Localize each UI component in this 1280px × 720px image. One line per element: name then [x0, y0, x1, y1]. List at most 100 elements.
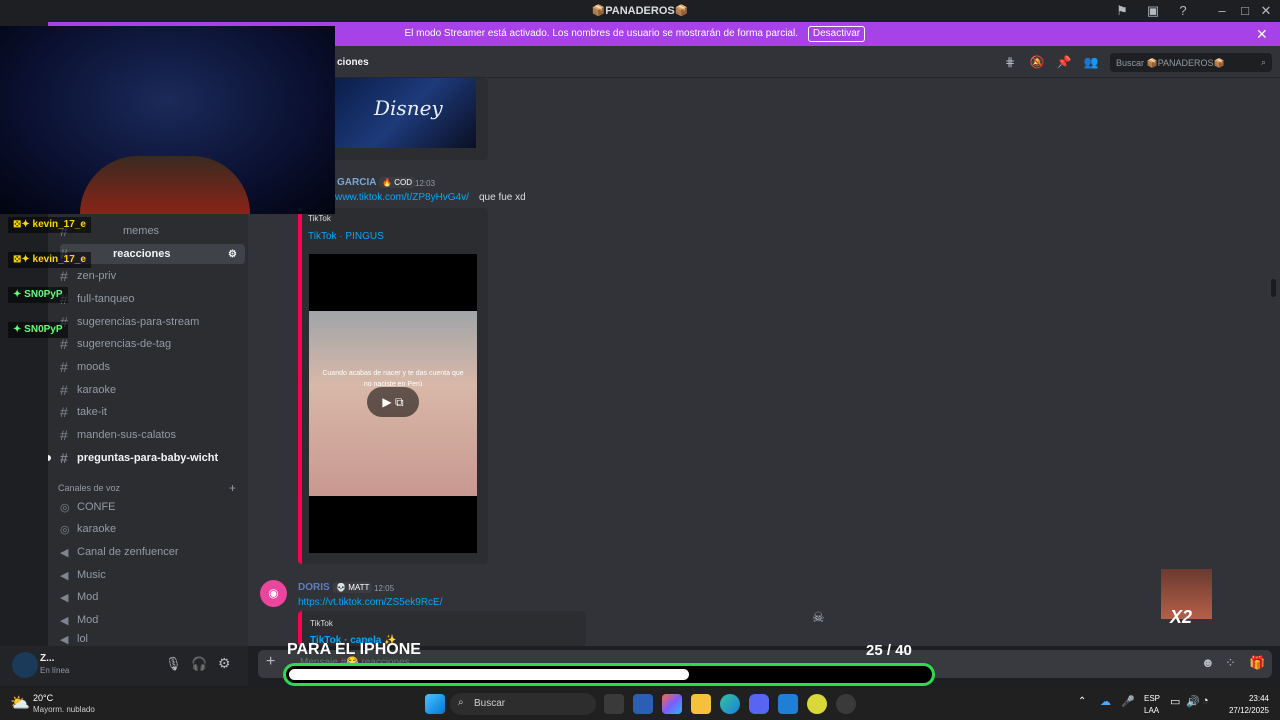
members-icon[interactable]: 👥: [1083, 55, 1099, 71]
mic-tray-icon[interactable]: 🎤: [1121, 695, 1135, 708]
weather-temp[interactable]: 20°C: [33, 693, 53, 703]
hash-icon: #: [60, 382, 68, 398]
search-input[interactable]: Buscar 📦PANADEROS📦 ⌕: [1110, 53, 1272, 72]
voice-channel-karaoke[interactable]: ◎ karaoke: [60, 519, 116, 539]
onedrive-icon[interactable]: ☁: [1100, 695, 1111, 708]
voice-overlay-user: ⊠✦ kevin_17_e: [8, 252, 91, 268]
maximize-icon[interactable]: □: [1237, 3, 1253, 19]
play-button[interactable]: ▶ ⧉: [367, 387, 419, 417]
battery-icon[interactable]: ◔: [1202, 695, 1209, 707]
banner-close-icon[interactable]: ✕: [1256, 26, 1268, 43]
network-icon[interactable]: ▭: [1170, 695, 1180, 708]
hash-icon: #: [60, 404, 68, 420]
help-icon[interactable]: ?: [1175, 3, 1191, 19]
embed-title[interactable]: TikTok · PINGUS: [308, 231, 384, 242]
stage-icon: ◎: [60, 523, 70, 536]
title-bar: 📦PANADEROS📦 ⚑ ▣ ? – □ ✕: [0, 0, 1280, 22]
speaker-icon: ◀: [60, 633, 69, 646]
video-player[interactable]: Cuando acabas de nacer y te das cuenta q…: [309, 254, 477, 553]
clock-time[interactable]: 23:44: [1233, 694, 1269, 703]
weather-description[interactable]: Mayorm. nublado: [33, 705, 95, 714]
sticker-icon[interactable]: ☻: [1201, 655, 1215, 670]
chevron-up-icon[interactable]: ⌃: [1078, 696, 1086, 707]
inbox-icon[interactable]: ▣: [1145, 3, 1161, 19]
speaker-icon: ◀: [60, 591, 69, 604]
flag-icon[interactable]: ⚑: [1114, 3, 1130, 19]
microphone-icon[interactable]: 🎙: [165, 656, 182, 672]
threads-icon[interactable]: ⋕: [1002, 55, 1018, 71]
snipping-icon[interactable]: [778, 694, 798, 714]
voice-channel-lol[interactable]: ◀ lol: [60, 632, 88, 646]
voice-overlay-user: ⊠✦ kevin_17_e: [8, 217, 91, 233]
voice-category-label[interactable]: Canales de voz: [58, 483, 120, 493]
chat-scrollbar[interactable]: [1271, 279, 1276, 297]
message-timestamp: 12:03: [415, 179, 436, 188]
clock-date[interactable]: 27/12/2025: [1218, 706, 1269, 715]
channel-item-sugerencias-para-stream[interactable]: #sugerencias-para-stream: [60, 312, 199, 332]
hash-icon: #: [60, 336, 68, 352]
copilot-icon[interactable]: [662, 694, 682, 714]
notifications-icon[interactable]: 🔕: [1029, 55, 1045, 71]
disney-logo: Disney: [374, 96, 443, 120]
message-link[interactable]: https://vt.tiktok.com/ZS5ek9RcE/: [298, 597, 443, 608]
disney-thumbnail[interactable]: Disney: [334, 78, 476, 148]
voice-channel-mod[interactable]: ◀ Mod: [60, 587, 98, 607]
taskbar-search[interactable]: ⌕ Buscar: [450, 693, 596, 715]
close-window-icon[interactable]: ✕: [1258, 3, 1274, 19]
hash-icon: #: [60, 268, 68, 284]
add-channel-icon[interactable]: +: [229, 481, 236, 495]
voice-overlay-user: ✦ SN0PyP: [8, 287, 68, 303]
file-explorer-icon[interactable]: [691, 694, 711, 714]
settings-icon[interactable]: ⚙: [228, 249, 237, 260]
store-icon[interactable]: [633, 694, 653, 714]
voice-channel-mod-2[interactable]: ◀ Mod: [60, 610, 98, 630]
windows-start-icon[interactable]: [425, 694, 445, 714]
channel-item-full-tanqueo[interactable]: #full-tanqueo: [60, 289, 135, 309]
channel-item-manden-sus-calatos[interactable]: # manden-sus-calatos: [60, 425, 176, 445]
discord-taskbar-icon[interactable]: [749, 694, 769, 714]
tiktok-embed: TikTok TikTok · PINGUS Cuando acabas de …: [298, 208, 488, 564]
language-sub[interactable]: LAA: [1144, 706, 1159, 715]
volume-icon[interactable]: 🔊: [1186, 695, 1200, 708]
goal-progress-fill: [289, 669, 689, 680]
weather-icon[interactable]: ⛅: [10, 693, 30, 713]
user-panel: Z... En línea 🎙 🎧 ⚙: [0, 646, 248, 686]
speaker-icon: ◀: [60, 569, 69, 582]
goal-counter: 25 / 40: [866, 642, 912, 659]
hash-icon: #: [60, 359, 68, 375]
avatar[interactable]: ◉: [260, 580, 287, 607]
channel-item-moods[interactable]: # moods: [60, 357, 110, 377]
channel-item-preguntas-para-baby-wicht[interactable]: # preguntas-para-baby-wicht: [60, 448, 218, 468]
user-name[interactable]: Z...: [40, 653, 54, 664]
voice-channel-zenfuencer[interactable]: ◀ Canal de zenfuencer: [60, 542, 179, 562]
channel-item-zen-priv[interactable]: # zen-priv: [60, 266, 116, 286]
add-attachment-icon[interactable]: +: [266, 653, 275, 671]
apps-icon[interactable]: ⁘: [1225, 655, 1236, 671]
task-view-icon[interactable]: [604, 694, 624, 714]
voice-overlay-user: ✦ SN0PyP: [8, 322, 68, 338]
speaker-icon: ◀: [60, 546, 69, 559]
message-author[interactable]: DORIS: [298, 582, 330, 593]
deactivate-button[interactable]: Desactivar: [808, 26, 865, 42]
hash-icon: #: [60, 427, 68, 443]
message-link[interactable]: www.tiktok.com/t/ZP8yHvG4v/: [335, 192, 469, 203]
edge-icon[interactable]: [720, 694, 740, 714]
chrome-canary-icon[interactable]: [807, 694, 827, 714]
multiplier-label: X2: [1170, 607, 1193, 627]
channel-item-karaoke[interactable]: # karaoke: [60, 380, 116, 400]
minimize-icon[interactable]: –: [1214, 3, 1230, 19]
user-settings-icon[interactable]: ⚙: [218, 655, 231, 672]
message-author[interactable]: GARCIA: [337, 177, 376, 188]
hash-icon: #: [60, 450, 68, 466]
avatar[interactable]: [12, 652, 38, 678]
voice-channel-music[interactable]: ◀ Music: [60, 565, 106, 585]
channel-item-sugerencias-de-tag[interactable]: # sugerencias-de-tag: [60, 334, 171, 354]
obs-icon[interactable]: [836, 694, 856, 714]
window-title: 📦PANADEROS📦: [591, 5, 689, 17]
pin-icon[interactable]: 📌: [1056, 55, 1072, 71]
language-indicator[interactable]: ESP: [1144, 694, 1160, 703]
headphones-icon[interactable]: 🎧: [191, 656, 207, 672]
channel-item-take-it[interactable]: # take-it: [60, 402, 107, 422]
gift-icon[interactable]: 🎁: [1249, 655, 1265, 671]
voice-channel-confe[interactable]: ◎ CONFE: [60, 497, 116, 517]
